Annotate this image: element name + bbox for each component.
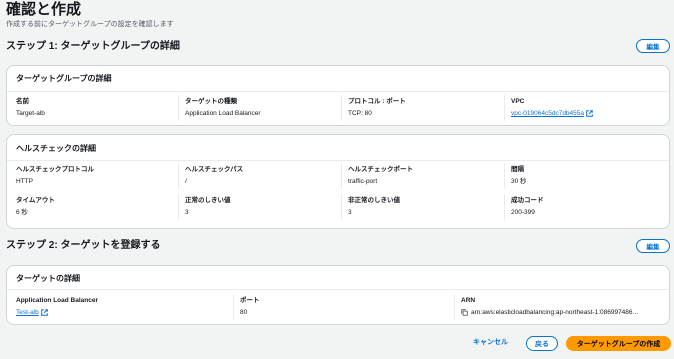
- cancel-button[interactable]: キャンセル: [473, 336, 508, 350]
- field-label: ヘルスチェックポート: [348, 166, 413, 173]
- field-value: 3: [185, 209, 189, 216]
- field-label: 正常のしきい値: [185, 197, 231, 204]
- field-success-codes: 成功コード 200-399: [504, 194, 661, 220]
- field-value: 30 秒: [511, 178, 527, 185]
- field-port: ポート 80: [233, 294, 440, 320]
- field-label: ヘルスチェックプロトコル: [16, 166, 94, 173]
- field-label: 名前: [16, 98, 29, 105]
- field-label: ヘルスチェックパス: [185, 166, 244, 173]
- field-label: 成功コード: [511, 197, 544, 204]
- field-value: traffic-port: [348, 178, 378, 185]
- step1-heading: ステップ 1: ターゲットグループの詳細: [6, 41, 180, 52]
- field-value: /: [185, 178, 187, 185]
- field-label: タイムアウト: [16, 197, 55, 204]
- step2-heading: ステップ 2: ターゲットを登録する: [6, 240, 161, 251]
- field-alb: Application Load Balancer Test-alb: [16, 296, 216, 317]
- field-value: TCP: 80: [348, 110, 372, 117]
- target-group-details-card: ターゲットグループの詳細 名前 Target-alb ターゲットの種類 Appl…: [6, 65, 670, 126]
- field-interval: 間隔 30 秒: [504, 163, 661, 189]
- card-divider: [7, 91, 669, 92]
- field-label: ターゲットの種類: [185, 98, 237, 105]
- field-health-path: ヘルスチェックパス /: [178, 163, 335, 189]
- step1-edit-button[interactable]: 編集: [636, 39, 670, 53]
- field-arn: ARN arn:aws:elasticloadbalancing:ap-nort…: [454, 294, 671, 320]
- external-link-icon: [40, 308, 48, 316]
- field-value: 200-399: [511, 209, 535, 216]
- field-vpc: VPC vpc-019064c5dc7db455a: [504, 95, 661, 121]
- card-divider: [7, 289, 669, 290]
- field-label: ARN: [461, 297, 476, 304]
- field-name: 名前 Target-alb: [16, 97, 166, 118]
- vpc-link[interactable]: vpc-019064c5dc7db455a: [511, 110, 584, 117]
- step2-edit-button[interactable]: 編集: [636, 239, 670, 253]
- create-target-group-button[interactable]: ターゲットグループの作成: [566, 336, 671, 351]
- card-divider: [7, 160, 669, 161]
- field-value: Target-alb: [16, 110, 45, 117]
- page-subtitle: 作成する前にターゲットグループの設定を確認します: [6, 21, 174, 28]
- field-timeout: タイムアウト 6 秒: [16, 196, 166, 217]
- field-target-type: ターゲットの種類 Application Load Balancer: [178, 95, 335, 121]
- back-button[interactable]: 戻る: [526, 336, 558, 351]
- copy-icon[interactable]: [461, 309, 468, 316]
- external-link-icon: [586, 109, 593, 117]
- field-label: ポート: [240, 297, 260, 304]
- field-health-port: ヘルスチェックポート traffic-port: [341, 163, 498, 189]
- field-health-protocol: ヘルスチェックプロトコル HTTP: [16, 165, 166, 186]
- field-protocol-port: プロトコル : ポート TCP: 80: [341, 95, 498, 121]
- field-value: Application Load Balancer: [185, 110, 261, 117]
- field-unhealthy-threshold: 非正常のしきい値 3: [341, 194, 498, 220]
- health-check-card: ヘルスチェックの詳細 ヘルスチェックプロトコル HTTP ヘルスチェックパス /…: [6, 134, 670, 229]
- field-value: 6 秒: [16, 209, 28, 216]
- card-title: ターゲットグループの詳細: [16, 74, 112, 83]
- field-label: 間隔: [511, 166, 524, 173]
- alb-link[interactable]: Test-alb: [16, 309, 39, 316]
- card-title: ターゲットの詳細: [16, 274, 80, 283]
- target-details-card: ターゲットの詳細 Application Load Balancer Test-…: [6, 265, 670, 325]
- field-healthy-threshold: 正常のしきい値 3: [178, 194, 335, 220]
- card-title: ヘルスチェックの詳細: [16, 144, 96, 153]
- field-value: 80: [240, 309, 248, 316]
- field-value: 3: [348, 209, 352, 216]
- arn-value: arn:aws:elasticloadbalancing:ap-northeas…: [471, 309, 638, 316]
- page-title: 確認と作成: [6, 1, 82, 18]
- field-label: VPC: [511, 98, 525, 105]
- field-label: 非正常のしきい値: [348, 197, 400, 204]
- field-label: Application Load Balancer: [16, 297, 98, 304]
- field-value: HTTP: [16, 178, 33, 185]
- field-label: プロトコル : ポート: [348, 98, 406, 105]
